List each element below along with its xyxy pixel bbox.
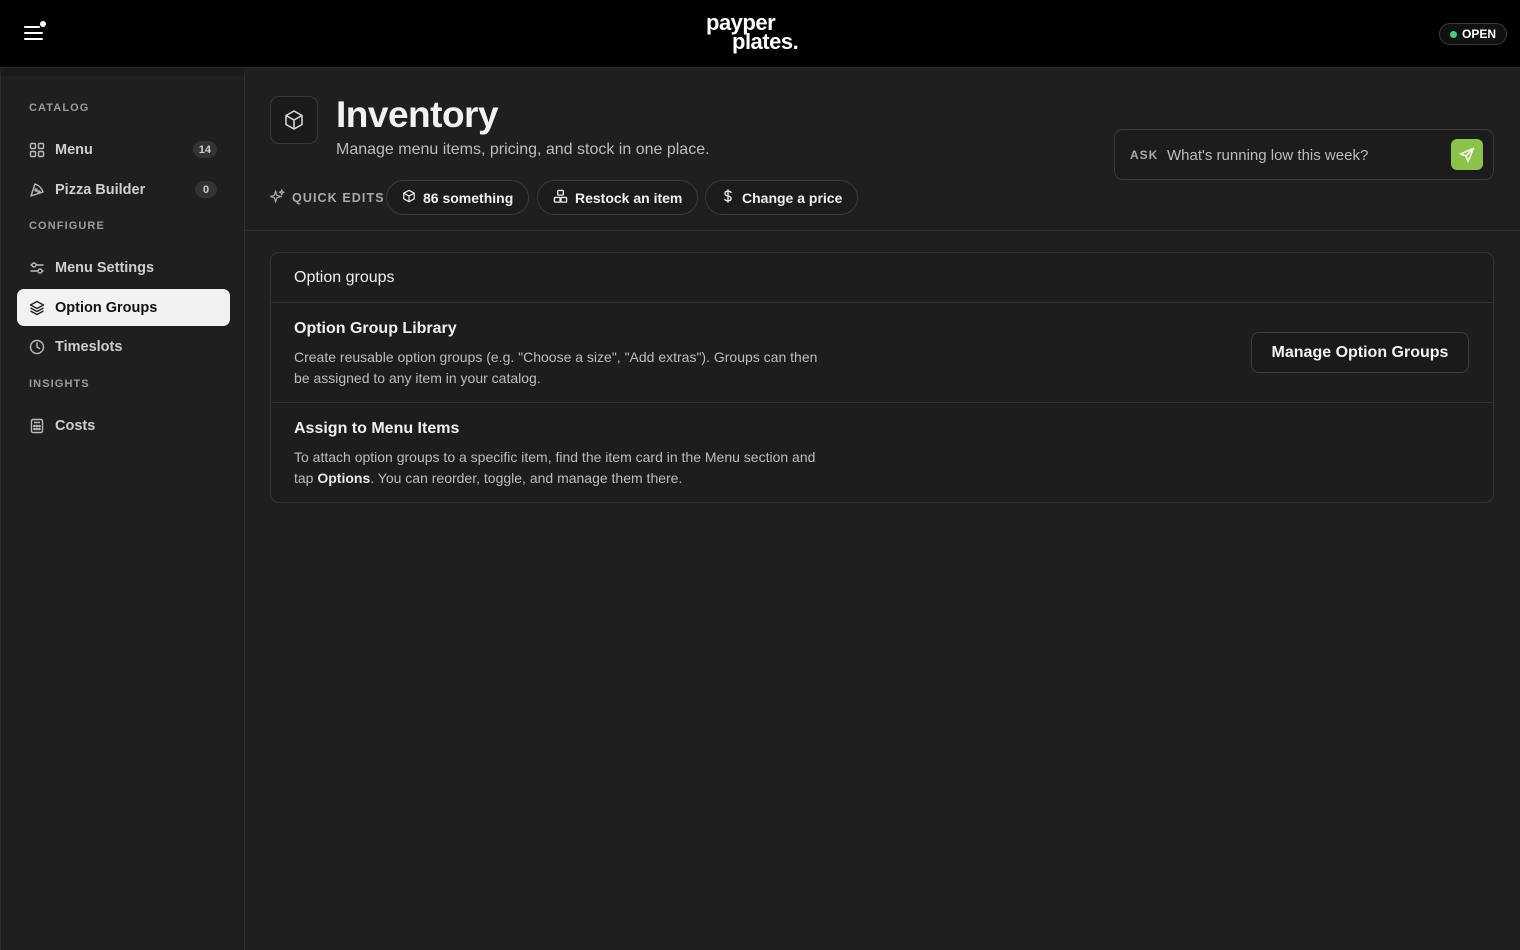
- quick-edits-text: QUICK EDITS: [292, 191, 385, 205]
- manage-option-groups-button[interactable]: Manage Option Groups: [1251, 332, 1469, 373]
- grid-icon: [29, 142, 45, 158]
- clock-icon: [29, 339, 45, 355]
- stack-icon: [553, 189, 568, 207]
- chip-label: 86 something: [423, 189, 514, 206]
- options-emphasis: Options: [317, 470, 371, 486]
- sidebar-item-pizza-builder[interactable]: Pizza Builder 0: [17, 171, 230, 208]
- ask-label: ASK: [1130, 148, 1159, 162]
- row-title: Assign to Menu Items: [294, 420, 460, 437]
- sidebar-item-menu[interactable]: Menu 14: [17, 131, 230, 168]
- section-label-configure: CONFIGURE: [29, 220, 105, 232]
- sidebar-item-option-groups[interactable]: Option Groups: [17, 289, 230, 326]
- send-icon: [1459, 147, 1475, 162]
- sidebar-item-timeslots[interactable]: Timeslots: [17, 328, 230, 365]
- chip-label: Restock an item: [575, 189, 683, 206]
- sparkle-icon: [269, 189, 285, 207]
- pizza-icon: [29, 182, 45, 198]
- calculator-icon: [29, 418, 45, 434]
- status-dot-icon: [1449, 30, 1457, 38]
- page-subtitle: Manage menu items, pricing, and stock in…: [336, 141, 710, 158]
- sidebar-item-label: Menu Settings: [55, 259, 155, 276]
- row-description: Create reusable option groups (e.g. "Cho…: [294, 349, 818, 386]
- page-title: Inventory: [336, 94, 499, 135]
- sliders-icon: [29, 260, 45, 276]
- menu-toggle-icon[interactable]: [20, 18, 50, 48]
- section-label-insights: INSIGHTS: [29, 378, 90, 390]
- chip-86-something[interactable]: 86 something: [386, 180, 530, 215]
- sidebar-item-menu-settings[interactable]: Menu Settings: [17, 249, 230, 286]
- count-badge: 14: [192, 141, 217, 158]
- option-group-library-row: Option Group Library Create reusable opt…: [271, 303, 1493, 403]
- assign-to-menu-items-row: Assign to Menu Items To attach option gr…: [271, 403, 1493, 503]
- header-divider: [245, 230, 1520, 231]
- ask-input[interactable]: [1167, 140, 1442, 170]
- row-title: Option Group Library: [294, 320, 457, 337]
- sidebar-item-label: Pizza Builder: [55, 181, 146, 198]
- card-title: Option groups: [271, 253, 1493, 303]
- status-badge[interactable]: OPEN: [1439, 23, 1507, 45]
- sidebar-item-label: Costs: [55, 417, 96, 434]
- chip-change-price[interactable]: Change a price: [705, 180, 859, 215]
- status-label: OPEN: [1461, 27, 1496, 41]
- sidebar-item-costs[interactable]: Costs: [17, 407, 230, 444]
- brand-logo[interactable]: payper plates.: [706, 12, 816, 56]
- sidebar-item-label: Timeslots: [55, 338, 123, 355]
- dollar-icon: [721, 189, 735, 206]
- desc-text: . You can reorder, toggle, and manage th…: [370, 470, 683, 486]
- ask-box: ASK: [1114, 129, 1494, 180]
- top-bar: payper plates. OPEN: [0, 0, 1520, 68]
- main-content: Inventory Manage menu items, pricing, an…: [245, 68, 1520, 950]
- row-description: To attach option groups to a specific it…: [294, 447, 834, 489]
- layers-icon: [29, 300, 45, 316]
- box-icon: [270, 96, 318, 144]
- sidebar-item-label: Menu: [55, 141, 93, 158]
- logo-line2: plates.: [732, 29, 799, 54]
- send-button[interactable]: [1451, 139, 1483, 170]
- section-label-catalog: CATALOG: [29, 102, 90, 114]
- box-icon: [402, 189, 416, 206]
- sidebar: CATALOG Menu 14 Pizza Builder 0 CONFIGUR…: [0, 68, 245, 950]
- quick-edits-label: QUICK EDITS: [269, 189, 385, 207]
- chip-label: Change a price: [742, 189, 843, 206]
- chip-restock-item[interactable]: Restock an item: [537, 180, 699, 215]
- sidebar-item-label: Option Groups: [55, 299, 158, 316]
- option-groups-card: Option groups Option Group Library Creat…: [270, 252, 1494, 503]
- count-badge: 0: [195, 181, 217, 198]
